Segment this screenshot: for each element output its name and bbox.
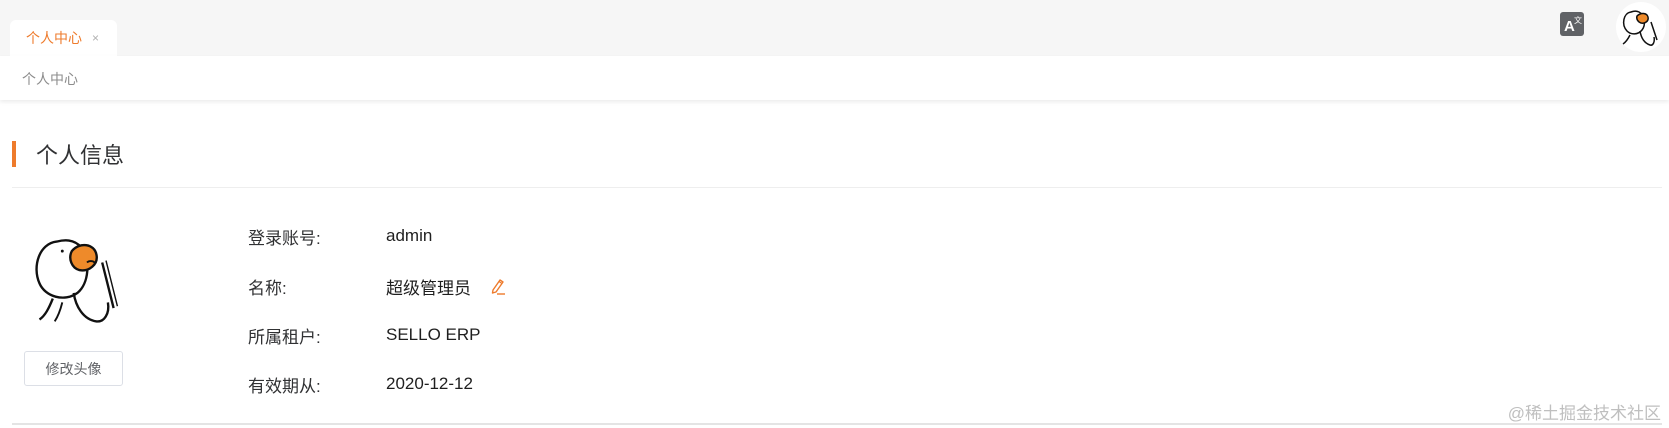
divider (12, 187, 1662, 188)
tab-close-icon[interactable]: × (92, 31, 99, 45)
section-accent-bar (12, 141, 16, 167)
top-tab-bar: 个人中心 × A 文 (0, 0, 1669, 56)
profile-avatar (30, 234, 125, 329)
page-title: 个人信息 (36, 143, 125, 168)
info-label: 名称: (248, 278, 287, 298)
change-avatar-button[interactable]: 修改头像 (24, 351, 123, 386)
bottom-divider (12, 423, 1662, 425)
breadcrumb[interactable]: 个人中心 (22, 69, 78, 89)
info-value: SELLO ERP (386, 325, 481, 344)
breadcrumb-bar: 个人中心 (0, 56, 1669, 100)
info-label: 有效期从: (248, 376, 321, 396)
info-value: 超级管理员 (386, 278, 471, 298)
tab-label: 个人中心 (26, 30, 82, 46)
info-label: 登录账号: (248, 228, 321, 248)
svg-text:文: 文 (1574, 15, 1582, 25)
user-avatar[interactable] (1616, 2, 1666, 52)
info-value: 2020-12-12 (386, 374, 473, 393)
info-row-tenant: 所属租户: SELLO ERP (248, 324, 481, 347)
info-value: admin (386, 226, 433, 245)
info-row-name: 名称: 超级管理员 (248, 275, 507, 298)
translate-icon[interactable]: A 文 (1560, 12, 1584, 36)
info-row-account: 登录账号: admin (248, 225, 433, 248)
tab-personal-center[interactable]: 个人中心 × (10, 20, 117, 56)
info-row-valid-from: 有效期从: 2020-12-12 (248, 373, 473, 396)
info-label: 所属租户: (248, 327, 321, 347)
section-header: 个人信息 (12, 140, 124, 168)
pencil-edit-icon[interactable] (489, 277, 507, 295)
watermark: @稀土掘金技术社区 (1507, 404, 1661, 423)
